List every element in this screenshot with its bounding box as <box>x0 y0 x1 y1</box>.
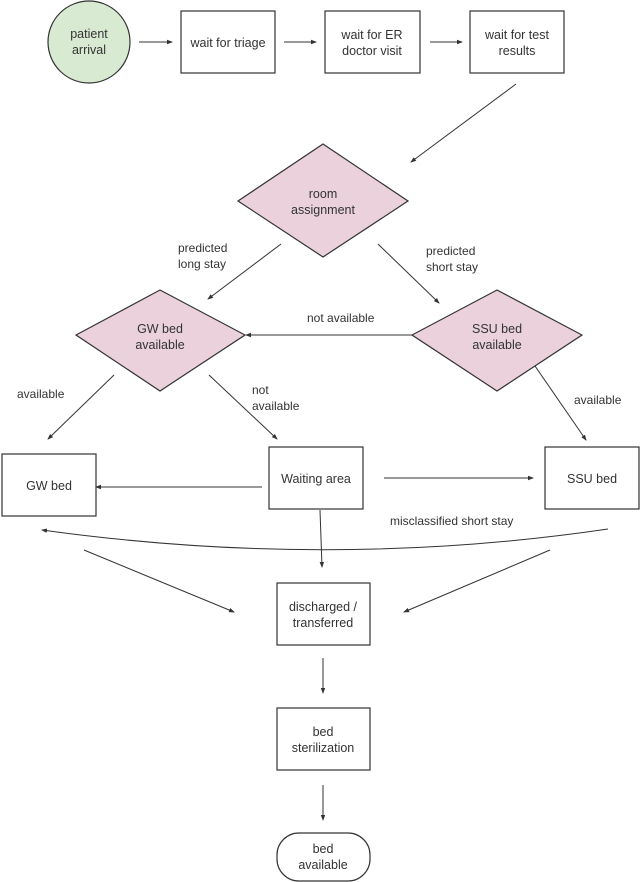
node-gw-bed-available: GW bed available <box>74 289 247 392</box>
label-predicted-long-stay: predicted <box>178 241 227 255</box>
node-label: available <box>298 858 347 872</box>
edge-ssubed-to-gwbed-misclassified <box>41 528 609 551</box>
node-label: bed <box>313 842 334 856</box>
edge-gw-to-gwbed <box>47 374 115 440</box>
node-bed-sterilization: bed sterilization <box>276 707 371 771</box>
node-wait-for-test-results: wait for test results <box>469 10 565 74</box>
node-room-assignment: room assignment <box>236 143 410 258</box>
patient-flow-diagram: patient arrival wait for triage wait for… <box>1 0 640 882</box>
node-wait-for-er: wait for ER doctor visit <box>324 10 421 74</box>
edge-gwbed-to-discharged <box>83 549 235 613</box>
node-label: arrival <box>72 43 106 57</box>
label-gw-not-available: not <box>252 383 269 397</box>
node-label: available <box>135 338 184 352</box>
edge-waiting-to-discharged <box>319 509 325 568</box>
label-misclassified-short-stay: misclassified short stay <box>390 514 513 528</box>
node-label: wait for ER <box>340 28 402 42</box>
process-box <box>324 10 421 74</box>
node-label: discharged / <box>289 600 358 614</box>
node-waiting-area: Waiting area <box>268 446 364 510</box>
label-gw-available: available <box>17 387 65 401</box>
label-predicted-short-stay: short stay <box>426 260 478 274</box>
node-label: room <box>309 187 337 201</box>
node-label: SSU bed <box>472 322 522 336</box>
label-ssu-not-available: not available <box>307 311 375 325</box>
edge-ssubed-to-discharged <box>403 549 551 613</box>
node-label: doctor visit <box>342 44 402 58</box>
node-label: available <box>472 338 521 352</box>
node-label: bed <box>313 725 334 739</box>
node-ssu-bed-available: SSU bed available <box>410 289 584 392</box>
node-label: wait for test <box>484 28 549 42</box>
node-label: wait for triage <box>189 36 265 50</box>
node-bed-available: bed available <box>276 832 371 882</box>
process-box <box>276 707 371 771</box>
node-label: patient <box>70 27 108 41</box>
start-circle <box>47 0 131 84</box>
edge-test-to-room <box>410 83 517 163</box>
label-gw-not-available: available <box>252 399 300 413</box>
node-label: Waiting area <box>281 472 351 486</box>
node-label: SSU bed <box>567 472 617 486</box>
process-box <box>276 582 371 646</box>
label-ssu-available: available <box>574 393 622 407</box>
process-box <box>469 10 565 74</box>
node-ssu-bed: SSU bed <box>544 446 640 510</box>
node-label: GW bed <box>26 479 72 493</box>
node-gw-bed: GW bed <box>1 453 97 517</box>
node-label: transferred <box>293 616 353 630</box>
node-label: results <box>499 44 536 58</box>
node-label: GW bed <box>137 322 183 336</box>
terminal-box <box>276 832 371 882</box>
node-label: assignment <box>291 203 355 217</box>
label-predicted-long-stay: long stay <box>178 257 226 271</box>
node-label: sterilization <box>292 741 355 755</box>
node-wait-for-triage: wait for triage <box>180 10 276 74</box>
node-discharged-transferred: discharged / transferred <box>276 582 371 646</box>
node-patient-arrival: patient arrival <box>47 0 131 84</box>
label-predicted-short-stay: predicted <box>426 244 475 258</box>
